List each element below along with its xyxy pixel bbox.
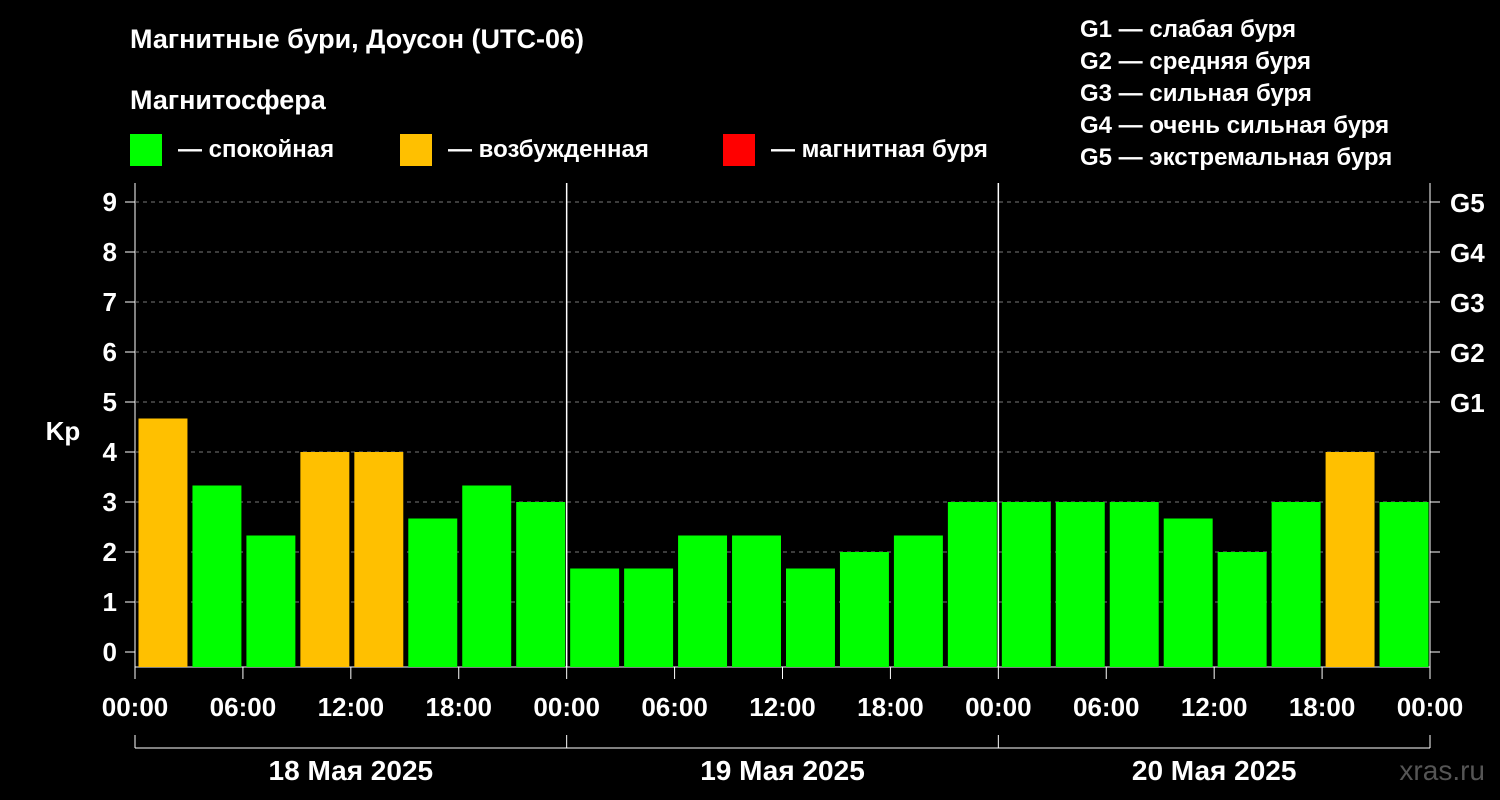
y-tick-label-0: 0 — [103, 637, 117, 667]
day-label-1: 19 Мая 2025 — [700, 755, 865, 786]
x-tick-label-5: 06:00 — [641, 692, 708, 722]
y-tick-label-5: 5 — [103, 387, 117, 417]
g-axis-label-G5: G5 — [1450, 188, 1485, 218]
legend-label-2: — магнитная буря — [771, 136, 988, 163]
y-tick-label-8: 8 — [103, 237, 117, 267]
x-tick-label-6: 12:00 — [749, 692, 816, 722]
bar-19 — [1163, 518, 1213, 667]
y-tick-label-2: 2 — [103, 537, 117, 567]
bar-5 — [408, 518, 458, 667]
day-label-2: 20 Мая 2025 — [1132, 755, 1297, 786]
y-tick-label-1: 1 — [103, 587, 117, 617]
bar-17 — [1055, 502, 1105, 667]
bar-9 — [624, 568, 674, 667]
x-tick-label-4: 00:00 — [533, 692, 600, 722]
bar-1 — [192, 485, 242, 667]
bar-3 — [300, 452, 350, 667]
y-tick-label-7: 7 — [103, 287, 117, 317]
x-tick-label-7: 18:00 — [857, 692, 924, 722]
bar-20 — [1217, 552, 1267, 667]
y-tick-label-9: 9 — [103, 187, 117, 217]
g-legend-item-1: G1 — слабая буря — [1080, 16, 1296, 43]
bar-16 — [1001, 502, 1051, 667]
x-tick-label-3: 18:00 — [426, 692, 493, 722]
bar-11 — [732, 535, 781, 667]
x-tick-label-8: 00:00 — [965, 692, 1032, 722]
bar-7 — [516, 502, 566, 667]
g-axis-label-G2: G2 — [1450, 338, 1485, 368]
x-tick-label-10: 12:00 — [1181, 692, 1248, 722]
bar-21 — [1271, 502, 1321, 667]
bar-2 — [246, 535, 296, 667]
g-scale-legend: G1 — слабая буря G2 — средняя буря G3 — си… — [1080, 16, 1392, 171]
g-legend-item-5: G5 — экстремальная буря — [1080, 144, 1392, 171]
bar-13 — [839, 552, 889, 667]
legend-swatch-2 — [723, 134, 755, 166]
legend-swatch-1 — [400, 134, 432, 166]
x-tick-label-9: 06:00 — [1073, 692, 1140, 722]
y-axis-label: Kp — [46, 416, 81, 446]
g-legend-item-3: G3 — сильная буря — [1080, 80, 1312, 107]
y-tick-label-4: 4 — [103, 437, 118, 467]
y-tick-label-6: 6 — [103, 337, 117, 367]
bar-12 — [786, 568, 835, 667]
bar-10 — [678, 535, 728, 667]
g-axis-label-G3: G3 — [1450, 288, 1485, 318]
kp-chart: Магнитные бури, Доусон (UTC-06) Магнитос… — [46, 16, 1486, 786]
bar-6 — [462, 485, 512, 667]
g-axis-label-G4: G4 — [1450, 238, 1485, 268]
x-tick-label-1: 06:00 — [210, 692, 277, 722]
bar-14 — [893, 535, 943, 667]
x-tick-label-2: 12:00 — [318, 692, 385, 722]
bar-0 — [138, 418, 188, 667]
g-legend-item-4: G4 — очень сильная буря — [1080, 112, 1389, 139]
chart-title: Магнитные бури, Доусон (UTC-06) — [130, 24, 584, 54]
legend-swatch-0 — [130, 134, 162, 166]
bar-18 — [1109, 502, 1159, 667]
watermark: xras.ru — [1399, 755, 1485, 786]
plot-area: 0 1 2 3 4 5 6 7 8 9 Kp G1 G2 G3 G4 G5 00:00 06:00 12:00 18:… — [46, 183, 1485, 786]
bar-22 — [1325, 452, 1375, 667]
legend: — спокойная — возбужденная — магнитная бур… — [130, 134, 988, 166]
bar-4 — [354, 452, 404, 667]
legend-label-0: — спокойная — [178, 136, 334, 163]
legend-label-1: — возбужденная — [448, 136, 649, 163]
chart-subtitle: Магнитосфера — [130, 85, 327, 115]
bar-15 — [947, 502, 997, 667]
g-axis-label-G1: G1 — [1450, 388, 1485, 418]
bar-8 — [570, 568, 620, 667]
x-tick-label-11: 18:00 — [1289, 692, 1356, 722]
bar-23 — [1379, 502, 1429, 667]
x-tick-label-12: 00:00 — [1397, 692, 1464, 722]
day-label-0: 18 Мая 2025 — [269, 755, 434, 786]
g-legend-item-2: G2 — средняя буря — [1080, 48, 1311, 75]
x-tick-label-0: 00:00 — [102, 692, 169, 722]
y-tick-label-3: 3 — [103, 487, 117, 517]
